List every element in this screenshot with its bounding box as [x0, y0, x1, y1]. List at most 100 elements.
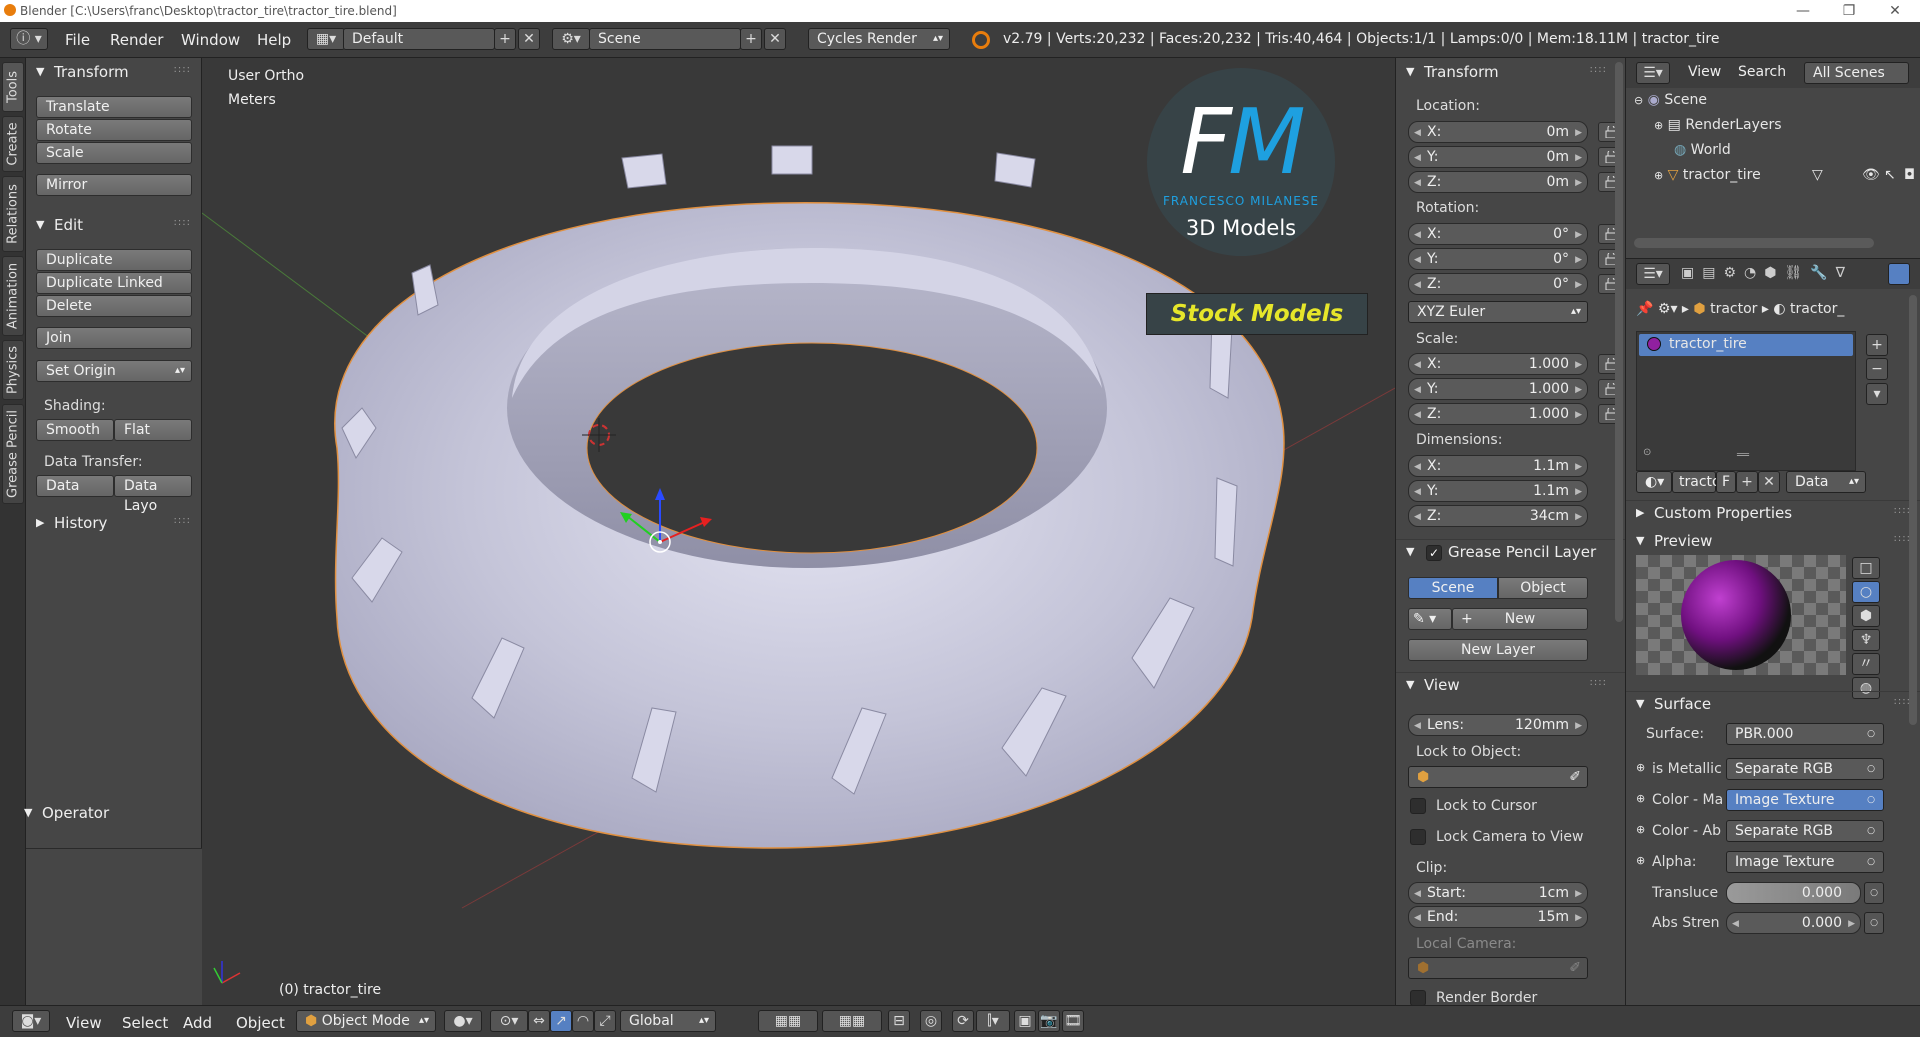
material-tab-icon[interactable] — [1888, 263, 1910, 285]
tab-relations[interactable]: Relations — [2, 176, 24, 252]
tab-create[interactable]: Create — [2, 116, 24, 172]
layers-grid-1-icon[interactable]: ▦▦ — [758, 1010, 818, 1032]
is-metallic-expand-icon[interactable]: ⊕ — [1636, 761, 1645, 774]
drag-grip-icon[interactable]: :::: — [174, 217, 191, 228]
grease-pencil-scene-button[interactable]: Scene — [1408, 577, 1498, 599]
properties-context-tabs[interactable]: ▣▤⚙◔⬢⛓🔧∇ — [1681, 265, 1853, 281]
menu-help[interactable]: Help — [257, 31, 291, 49]
preview-sphere-icon[interactable]: ○ — [1852, 581, 1880, 603]
visibility-eye-icon[interactable]: 👁 — [1862, 167, 1880, 183]
render-engine-select[interactable]: Cycles Render ▴▾ — [808, 28, 950, 50]
3d-viewport[interactable]: User Ortho Meters (0) tractor_tire FM FM… — [202, 58, 1395, 1005]
outliner-editor-type-icon[interactable]: ☰▾ — [1636, 62, 1670, 84]
preview-monkey-icon[interactable]: ♆ — [1852, 629, 1880, 651]
render-image-icon[interactable]: 📷 — [1038, 1010, 1060, 1032]
maximize-button[interactable]: ❐ — [1826, 0, 1872, 22]
resize-handle-icon[interactable]: ══ — [1737, 450, 1749, 461]
menu-render[interactable]: Render — [110, 31, 163, 49]
translucency-socket-icon[interactable]: ○ — [1864, 882, 1884, 904]
location-y-field[interactable]: ◀ Y: 0m ▶ — [1408, 146, 1588, 168]
menu-select[interactable]: Select — [122, 1014, 168, 1032]
grease-pencil-layers-header[interactable]: ▼ ✓ Grease Pencil Layer — [1396, 539, 1625, 565]
grease-pencil-enable-checkbox[interactable]: ✓ — [1426, 545, 1442, 561]
data-transfer-button[interactable]: Data — [36, 475, 114, 497]
history-panel-header[interactable]: ▶ History :::: — [26, 511, 201, 537]
scene-icon[interactable]: ⚙▾ — [552, 28, 590, 50]
is-metallic-input[interactable]: Separate RGB ○ — [1726, 758, 1884, 780]
duplicate-linked-button[interactable]: Duplicate Linked — [36, 272, 192, 294]
color-ma-expand-icon[interactable]: ⊕ — [1636, 792, 1645, 805]
menu-window[interactable]: Window — [181, 31, 240, 49]
operator-panel-header[interactable]: ▼ Operator — [14, 801, 189, 827]
rotation-y-field[interactable]: ◀ Y: 0° ▶ — [1408, 248, 1588, 270]
preview-flat-icon[interactable]: □ — [1852, 557, 1880, 579]
drag-grip-icon[interactable]: :::: — [174, 64, 191, 75]
translate-manipulator-icon[interactable]: ↗ — [550, 1010, 572, 1032]
grease-pencil-object-button[interactable]: Object — [1498, 577, 1588, 599]
surface-shader-select[interactable]: PBR.000 ○ — [1726, 723, 1884, 745]
color-ab-expand-icon[interactable]: ⊕ — [1636, 823, 1645, 836]
custom-properties-header[interactable]: ▶ Custom Properties :::: — [1626, 500, 1920, 526]
clip-end-field[interactable]: ◀ End: 15m ▶ — [1408, 906, 1588, 928]
outliner-tractor-tire-item[interactable]: ⊕ ▽ tractor_tire — [1654, 167, 1761, 183]
abs-strength-field[interactable]: ◀ 0.000 ▶ — [1726, 912, 1861, 934]
selectable-arrow-icon[interactable]: ↖ — [1884, 167, 1896, 183]
drag-grip-icon[interactable]: :::: — [174, 515, 191, 526]
material-link-select[interactable]: Data ▴▾ — [1786, 471, 1866, 493]
set-origin-select[interactable]: Set Origin ▴▾ — [36, 360, 192, 382]
opengl-render-icon[interactable]: ▣ — [1014, 1010, 1036, 1032]
rotation-mode-select[interactable]: XYZ Euler ▴▾ — [1408, 301, 1588, 323]
screen-layout-icon[interactable]: ▦▾ — [307, 28, 345, 50]
abs-strength-socket-icon[interactable]: ○ — [1864, 912, 1884, 934]
rotate-manipulator-icon[interactable]: ◠ — [572, 1010, 594, 1032]
viewport-shading-icon[interactable]: ●▾ — [444, 1010, 482, 1032]
remove-material-slot-icon[interactable]: − — [1866, 358, 1888, 380]
tab-animation[interactable]: Animation — [2, 256, 24, 336]
pencil-icon[interactable]: ✎ ▾ — [1408, 608, 1452, 630]
scale-y-field[interactable]: ◀ Y: 1.000 ▶ — [1408, 378, 1588, 400]
translate-button[interactable]: Translate — [36, 96, 192, 118]
dimension-y-field[interactable]: ◀ Y: 1.1m ▶ — [1408, 480, 1588, 502]
browse-material-icon[interactable]: ◐▾ — [1636, 471, 1672, 493]
outliner-scrollbar[interactable] — [1634, 238, 1874, 248]
outliner-menu-view[interactable]: View — [1688, 64, 1721, 80]
minimize-button[interactable]: — — [1780, 0, 1826, 22]
outliner-renderlayers-item[interactable]: ⊕ ▤ RenderLayers — [1654, 117, 1782, 133]
dimension-z-field[interactable]: ◀ Z: 34cm ▶ — [1408, 505, 1588, 527]
outliner-world-item[interactable]: ◍ World — [1674, 142, 1731, 158]
manipulator-toggle-icon[interactable]: ⇔ — [528, 1010, 550, 1032]
properties-scrollbar[interactable] — [1909, 295, 1917, 725]
lens-field[interactable]: ◀ Lens: 120mm ▶ — [1408, 714, 1588, 736]
lock-object-field[interactable]: ⬢ ✐ — [1408, 766, 1588, 788]
scale-x-field[interactable]: ◀ X: 1.000 ▶ — [1408, 353, 1588, 375]
properties-editor-type-icon[interactable]: ☰▾ — [1636, 263, 1670, 285]
remove-scene-icon[interactable]: ✕ — [764, 28, 786, 50]
eyedropper-icon[interactable]: ✐ — [1569, 767, 1581, 787]
menu-object[interactable]: Object — [236, 1014, 285, 1032]
layout-field[interactable]: Default — [343, 28, 495, 50]
pivot-point-icon[interactable]: ⊙▾ — [490, 1010, 528, 1032]
outliner-scene-item[interactable]: ⊖ ◉ Scene — [1634, 92, 1707, 108]
dimension-x-field[interactable]: ◀ X: 1.1m ▶ — [1408, 455, 1588, 477]
duplicate-button[interactable]: Duplicate — [36, 249, 192, 271]
grease-pencil-new-button[interactable]: + New — [1452, 608, 1588, 630]
rotation-x-field[interactable]: ◀ X: 0° ▶ — [1408, 223, 1588, 245]
alpha-input[interactable]: Image Texture ○ — [1726, 851, 1884, 873]
add-layout-icon[interactable]: + — [494, 28, 516, 50]
rotate-button[interactable]: Rotate — [36, 119, 192, 141]
tab-tools[interactable]: Tools — [2, 62, 24, 112]
scale-button[interactable]: Scale — [36, 142, 192, 164]
render-animation-icon[interactable]: 🎞 — [1062, 1010, 1084, 1032]
location-z-field[interactable]: ◀ Z: 0m ▶ — [1408, 171, 1588, 193]
tab-physics[interactable]: Physics — [2, 340, 24, 400]
render-camera-icon[interactable]: ◘ — [1904, 167, 1915, 183]
data-layout-button[interactable]: Data Layo — [114, 475, 192, 514]
lock-to-cursor-checkbox[interactable] — [1410, 798, 1426, 814]
preview-hair-icon[interactable]: 〃 — [1852, 653, 1880, 675]
rotation-z-field[interactable]: ◀ Z: 0° ▶ — [1408, 273, 1588, 295]
layers-grid-2-icon[interactable]: ▦▦ — [822, 1010, 882, 1032]
preview-header[interactable]: ▼ Preview :::: — [1626, 529, 1920, 555]
new-layer-button[interactable]: New Layer — [1408, 639, 1588, 661]
remove-layout-icon[interactable]: ✕ — [518, 28, 540, 50]
transform-orientation-select[interactable]: Global ▴▾ — [620, 1010, 716, 1032]
